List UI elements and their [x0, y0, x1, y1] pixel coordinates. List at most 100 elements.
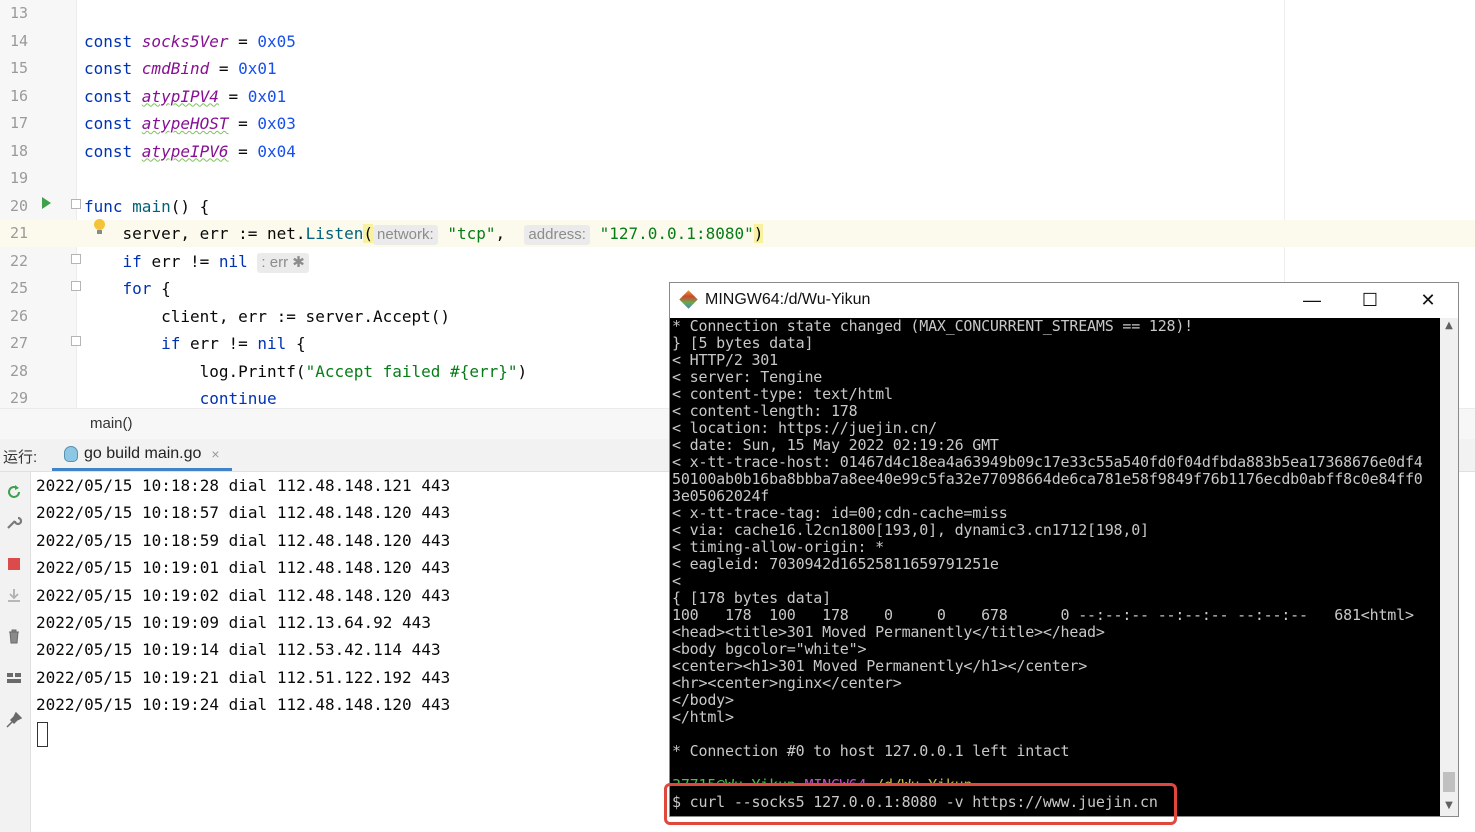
code-text[interactable]: const socks5Ver = 0x05	[84, 28, 296, 55]
code-text[interactable]: const atypIPV4 = 0x01	[84, 83, 286, 110]
terminal-line: 3e05062024f	[672, 487, 770, 505]
code-line[interactable]: 14 const socks5Ver = 0x05	[0, 28, 1475, 55]
code-text[interactable]: for {	[84, 275, 171, 302]
trash-icon[interactable]	[6, 628, 22, 644]
code-token: nil	[218, 251, 248, 271]
code-token: client, err := server.Accept()	[84, 306, 451, 326]
code-text[interactable]: if err != nil {	[84, 330, 306, 357]
minimize-button[interactable]: —	[1283, 283, 1341, 318]
layout-icon[interactable]	[6, 670, 22, 686]
code-token: err !=	[189, 334, 258, 353]
code-token: {	[161, 279, 171, 298]
code-line[interactable]: 19	[0, 165, 1475, 192]
fold-marker[interactable]	[71, 281, 81, 291]
terminal-line: < x-tt-trace-tag: id=00;cdn-cache=miss	[672, 504, 1008, 522]
log-line: 2022/05/15 10:18:28 dial 112.48.148.121 …	[36, 476, 451, 495]
code-token: main	[132, 196, 171, 216]
run-tab[interactable]: go build main.go ×	[52, 439, 232, 471]
code-text[interactable]: const atypeHOST = 0x03	[84, 110, 296, 137]
terminal-line: < server: Tengine	[672, 368, 823, 386]
terminal-line: < date: Sun, 15 May 2022 02:19:26 GMT	[672, 436, 999, 454]
code-line[interactable]: 17 const atypeHOST = 0x03	[0, 110, 1475, 137]
terminal-line: <body bgcolor="white">	[672, 640, 867, 658]
wrench-icon[interactable]	[6, 514, 22, 530]
go-gopher-icon	[64, 445, 78, 462]
close-icon[interactable]: ×	[211, 446, 219, 462]
scrollbar-thumb[interactable]	[1443, 772, 1455, 792]
code-text[interactable]: const atypeIPV6 = 0x04	[84, 138, 296, 165]
code-line[interactable]: 22 if err != nil : err ✱	[0, 248, 1475, 275]
code-text[interactable]: func main() {	[84, 193, 209, 220]
terminal-line: < via: cache16.l2cn1800[193,0], dynamic3…	[672, 521, 1149, 539]
maximize-button[interactable]: ☐	[1341, 283, 1399, 318]
code-line[interactable]: 16 const atypIPV4 = 0x01	[0, 83, 1475, 110]
code-token: for	[122, 279, 162, 298]
code-token: ,	[495, 224, 525, 243]
code-token: (	[363, 224, 373, 243]
code-token: const	[84, 59, 142, 78]
code-token: )	[753, 224, 764, 243]
code-token: () {	[170, 196, 210, 216]
code-text[interactable]: if err != nil : err ✱	[84, 248, 309, 275]
close-button[interactable]: ✕	[1399, 283, 1457, 318]
run-label: 运行:	[3, 449, 38, 466]
inlay-hint: : err ✱	[257, 252, 309, 273]
lightbulb-icon[interactable]	[94, 219, 105, 234]
inlay-hint: network:	[373, 225, 438, 245]
pin-icon[interactable]	[6, 712, 22, 728]
log-line: 2022/05/15 10:19:01 dial 112.48.148.120 …	[36, 558, 451, 578]
code-line[interactable]: 21 server, err := net.Listen(network: "t…	[0, 220, 1475, 247]
code-token: log.Printf(	[84, 361, 306, 381]
terminal-line: < content-type: text/html	[672, 385, 893, 403]
code-line[interactable]: 20 func main() {	[0, 193, 1475, 220]
code-token: =	[228, 141, 258, 161]
code-token: const	[84, 86, 142, 106]
run-gutter-icon[interactable]	[42, 197, 51, 209]
code-token: cmdBind	[141, 59, 210, 78]
line-number: 25	[9, 279, 28, 297]
code-text[interactable]: continue	[84, 385, 277, 408]
fold-marker[interactable]	[71, 254, 81, 264]
terminal-output[interactable]: * Connection state changed (MAX_CONCURRE…	[670, 318, 1440, 816]
code-token: server, err := net.	[84, 224, 306, 243]
code-text[interactable]: log.Printf("Accept failed #{err}")	[84, 358, 528, 385]
stop-icon[interactable]	[6, 556, 22, 572]
terminal-titlebar[interactable]: MINGW64:/d/Wu-Yikun — ☐ ✕	[670, 283, 1458, 318]
code-text[interactable]: client, err := server.Accept()	[84, 303, 450, 330]
log-line: 2022/05/15 10:19:02 dial 112.48.148.120 …	[36, 585, 451, 605]
code-token: const	[84, 31, 142, 51]
scroll-down-icon[interactable]: ▼	[1440, 798, 1458, 814]
code-token: atypeHOST	[141, 114, 229, 133]
code-text[interactable]: server, err := net.Listen(network: "tcp"…	[84, 220, 764, 247]
code-token: "tcp"	[447, 224, 496, 243]
terminal-line: * Connection #0 to host 127.0.0.1 left i…	[672, 742, 1070, 760]
terminal-line: 100 178 100 178 0 0 678 0 --:--:-- --:--…	[672, 606, 1414, 624]
run-toolbar	[0, 472, 31, 832]
code-token: atypeIPV6	[141, 141, 229, 161]
rerun-icon[interactable]	[6, 484, 22, 500]
code-line[interactable]: 13	[0, 0, 1475, 27]
console-cursor[interactable]	[37, 722, 48, 747]
scroll-up-icon[interactable]: ▲	[1440, 318, 1458, 334]
line-number: 13	[9, 4, 28, 22]
code-token: )	[517, 361, 528, 381]
mingw64-terminal-window[interactable]: MINGW64:/d/Wu-Yikun — ☐ ✕ * Connection s…	[669, 282, 1459, 817]
import-icon[interactable]	[6, 588, 22, 604]
fold-marker[interactable]	[71, 199, 81, 209]
terminal-line: <	[672, 572, 681, 590]
line-number: 27	[9, 334, 28, 352]
breadcrumb-function[interactable]: main()	[90, 415, 133, 432]
code-line[interactable]: 18 const atypeIPV6 = 0x04	[0, 138, 1475, 165]
code-token: =	[228, 31, 258, 51]
code-token: continue	[199, 389, 277, 408]
code-line[interactable]: 15 const cmdBind = 0x01	[0, 55, 1475, 82]
code-text[interactable]: const cmdBind = 0x01	[84, 55, 277, 82]
fold-marker[interactable]	[71, 336, 81, 346]
terminal-line: * Connection state changed (MAX_CONCURRE…	[672, 318, 1194, 335]
terminal-scrollbar[interactable]: ▲ ▼	[1440, 318, 1458, 816]
